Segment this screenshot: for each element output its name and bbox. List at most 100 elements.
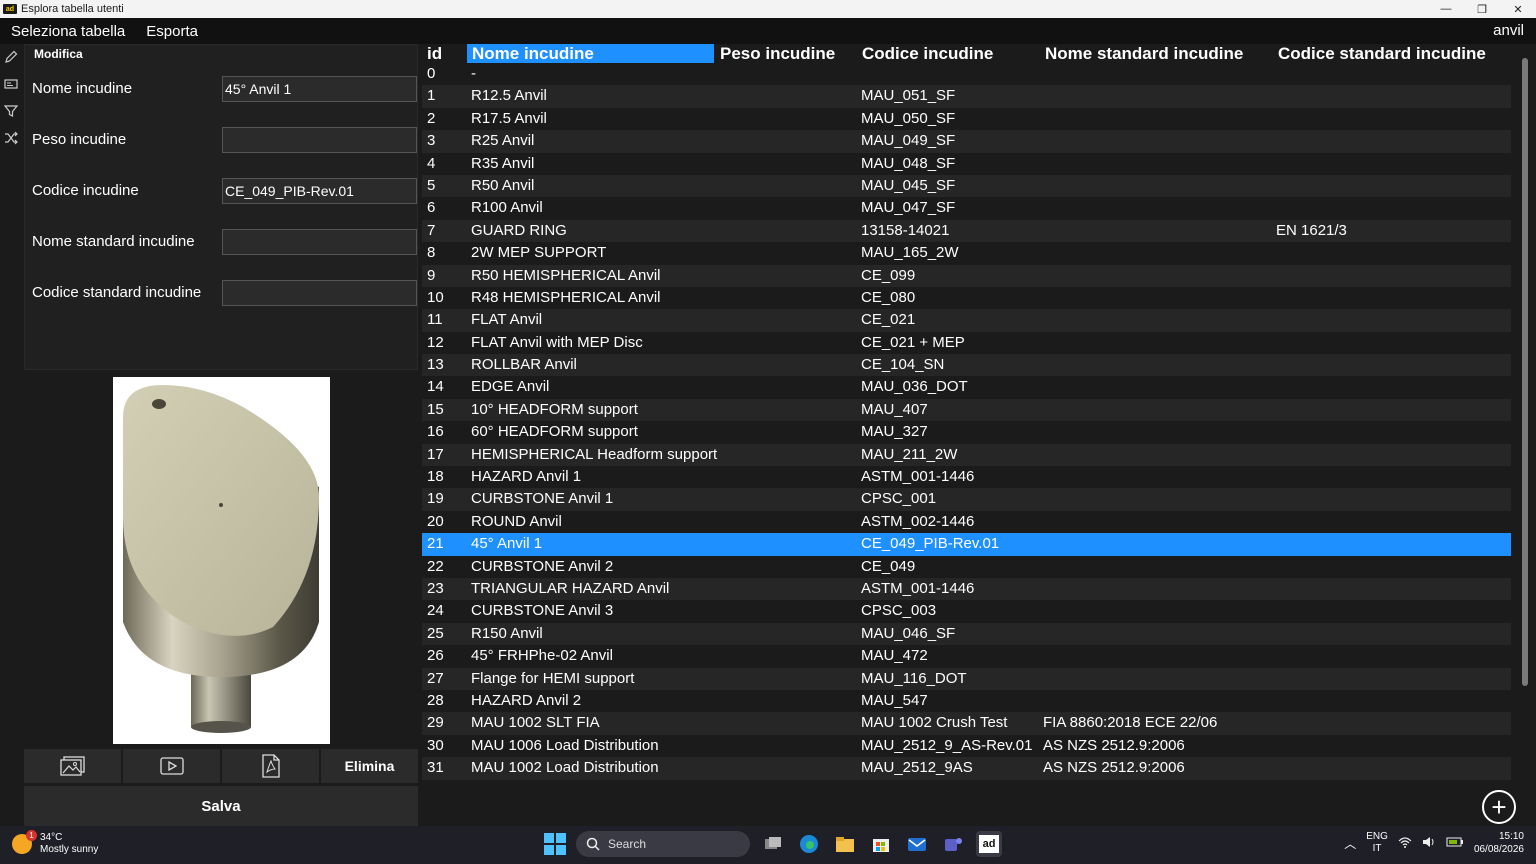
pdf-icon (261, 754, 280, 778)
standard-code-input[interactable] (222, 280, 417, 306)
cell-name: R50 HEMISPHERICAL Anvil (471, 266, 661, 284)
table-row[interactable]: 17 HEMISPHERICAL Headform support MAU_211_… (422, 443, 1511, 467)
cell-code: CE_080 (861, 288, 916, 306)
table-row[interactable]: 9 R50 HEMISPHERICAL Anvil CE_099 (422, 264, 1511, 287)
cell-code: ASTM_001-1446 (861, 468, 975, 486)
image-button[interactable] (24, 749, 121, 783)
table-row[interactable]: 12 FLAT Anvil with MEP Disc CE_021 + MEP (422, 332, 1511, 354)
menu-export[interactable]: Esporta (135, 23, 208, 40)
table-row[interactable]: 10 R48 HEMISPHERICAL Anvil CE_080 (422, 287, 1511, 309)
table-row[interactable]: 5 R50 Anvil MAU_045_SF (422, 174, 1511, 198)
menu-select-table[interactable]: Seleziona tabella (0, 23, 135, 40)
column-header-name[interactable]: Nome incudine (467, 44, 714, 63)
table-row[interactable]: 27 Flange for HEMI support MAU_116_DOT (422, 667, 1511, 690)
cell-name: Flange for HEMI support (471, 669, 635, 687)
shuffle-icon[interactable] (2, 129, 20, 147)
cell-standard-code: EN 1621/3 (1276, 221, 1347, 239)
edge-browser-icon[interactable] (796, 831, 822, 857)
table-row[interactable]: 22 CURBSTONE Anvil 2 CE_049 (422, 556, 1511, 578)
table-row[interactable]: 1 R12.5 Anvil MAU_051_SF (422, 85, 1511, 108)
language-indicator[interactable]: ENG IT (1366, 831, 1388, 855)
standard-name-input[interactable] (222, 229, 417, 255)
table-row[interactable]: 23 TRIANGULAR HAZARD Anvil ASTM_001-1446 (422, 577, 1511, 601)
table-row[interactable]: 16 60° HEADFORM support MAU_327 (422, 421, 1511, 443)
name-input[interactable] (222, 76, 417, 102)
table-row[interactable]: 14 EDGE Anvil MAU_036_DOT (422, 376, 1511, 398)
cell-id: 5 (427, 176, 436, 194)
cell-id: 14 (427, 378, 444, 396)
column-header-standard-code[interactable]: Codice standard incudine (1273, 44, 1511, 63)
battery-icon[interactable] (1446, 836, 1464, 851)
save-button[interactable]: Salva (24, 786, 418, 826)
current-table-label: anvil (1493, 22, 1524, 39)
cell-standard-name: AS NZS 2512.9:2006 (1043, 736, 1185, 754)
video-icon (159, 757, 184, 775)
table-row[interactable]: 18 HAZARD Anvil 1 ASTM_001-1446 (422, 466, 1511, 488)
mail-icon[interactable] (904, 831, 930, 857)
minimize-button[interactable]: — (1428, 0, 1464, 18)
filter-icon[interactable] (2, 102, 20, 120)
task-view-icon[interactable] (760, 831, 786, 857)
table-row[interactable]: 15 10° HEADFORM support MAU_407 (422, 398, 1511, 422)
table-row[interactable]: 28 HAZARD Anvil 2 MAU_547 (422, 690, 1511, 712)
table-row[interactable]: 21 45° Anvil 1 CE_049_PIB-Rev.01 (422, 533, 1511, 556)
store-icon[interactable] (868, 831, 894, 857)
table-row[interactable]: 4 R35 Anvil MAU_048_SF (422, 153, 1511, 175)
table-row[interactable]: 30 MAU 1006 Load Distribution MAU_2512_9_A… (422, 735, 1511, 757)
active-app-icon[interactable]: ad (976, 831, 1002, 857)
cell-code: MAU_165_2W (861, 244, 959, 262)
close-button[interactable]: ✕ (1500, 0, 1536, 18)
column-header-id[interactable]: id (422, 44, 466, 63)
table-row[interactable]: 24 CURBSTONE Anvil 3 CPSC_003 (422, 600, 1511, 622)
cell-code: MAU_048_SF (861, 154, 956, 172)
column-header-code[interactable]: Codice incudine (857, 44, 1039, 63)
panel-title: Modifica (34, 47, 83, 61)
cell-name: MAU 1006 Load Distribution (471, 736, 659, 754)
table-row[interactable]: 11 FLAT Anvil CE_021 (422, 309, 1511, 332)
code-label: Codice incudine (32, 182, 139, 199)
table-row[interactable]: 19 CURBSTONE Anvil 1 CPSC_001 (422, 488, 1511, 511)
table-row[interactable]: 3 R25 Anvil MAU_049_SF (422, 130, 1511, 153)
column-header-weight[interactable]: Peso incudine (715, 44, 857, 63)
system-clock[interactable]: 15:10 06/08/2026 (1474, 830, 1524, 856)
table-row[interactable]: 6 R100 Anvil MAU_047_SF (422, 197, 1511, 219)
table-row[interactable]: 13 ROLLBAR Anvil CE_104_SN (422, 354, 1511, 377)
anvil-preview-image (113, 377, 330, 744)
video-button[interactable] (123, 749, 220, 783)
cell-code: CE_049_PIB-Rev.01 (861, 535, 1000, 553)
table-row[interactable]: 29 MAU 1002 SLT FIA MAU 1002 Crush Test FIA… (422, 712, 1511, 735)
table-row[interactable]: 8 2W MEP SUPPORT MAU_165_2W (422, 242, 1511, 264)
cell-code: CE_021 + MEP (861, 333, 965, 351)
file-explorer-icon[interactable] (832, 831, 858, 857)
table-row[interactable]: 0- (422, 63, 1511, 85)
code-input[interactable] (222, 178, 417, 204)
cell-code: MAU_2512_9_AS-Rev.01 (861, 736, 1033, 754)
table-row[interactable]: 2 R17.5 Anvil MAU_050_SF (422, 108, 1511, 130)
wifi-icon[interactable] (1398, 836, 1412, 851)
teams-icon[interactable] (940, 831, 966, 857)
volume-icon[interactable] (1422, 836, 1436, 851)
id-card-icon[interactable] (2, 75, 20, 93)
table-row[interactable]: 25 R150 Anvil MAU_046_SF (422, 622, 1511, 646)
chevron-up-icon[interactable]: ︿ (1344, 835, 1356, 852)
table-row[interactable]: 7 GUARD RING 13158-14021 EN 1621/3 (422, 219, 1511, 243)
table-row[interactable]: 31 MAU 1002 Load Distribution MAU_2512_9AS… (422, 757, 1511, 780)
cell-code: MAU_472 (861, 647, 928, 665)
weight-input[interactable] (222, 127, 417, 153)
column-header-standard-name[interactable]: Nome standard incudine (1040, 44, 1272, 63)
anvil-table: id Nome incudine Peso incudine Codice in… (422, 44, 1512, 790)
windows-start-icon[interactable] (544, 833, 566, 855)
pencil-icon[interactable] (2, 48, 20, 66)
table-row[interactable]: 20 ROUND Anvil ASTM_002-1446 (422, 511, 1511, 533)
cell-code: MAU_045_SF (861, 176, 956, 194)
table-scrollbar[interactable] (1522, 58, 1528, 686)
table-row[interactable]: 26 45° FRHPhe-02 Anvil MAU_472 (422, 645, 1511, 667)
maximize-button[interactable]: ❐ (1464, 0, 1500, 18)
cell-code: MAU_051_SF (861, 87, 956, 105)
weather-widget[interactable]: 1 34°C Mostly sunny (12, 830, 98, 856)
pdf-button[interactable] (222, 749, 319, 783)
plus-icon: + (1491, 792, 1507, 822)
delete-button[interactable]: Elimina (321, 749, 418, 783)
add-record-button[interactable]: + (1482, 790, 1516, 824)
taskbar-search[interactable]: Search (576, 831, 750, 857)
